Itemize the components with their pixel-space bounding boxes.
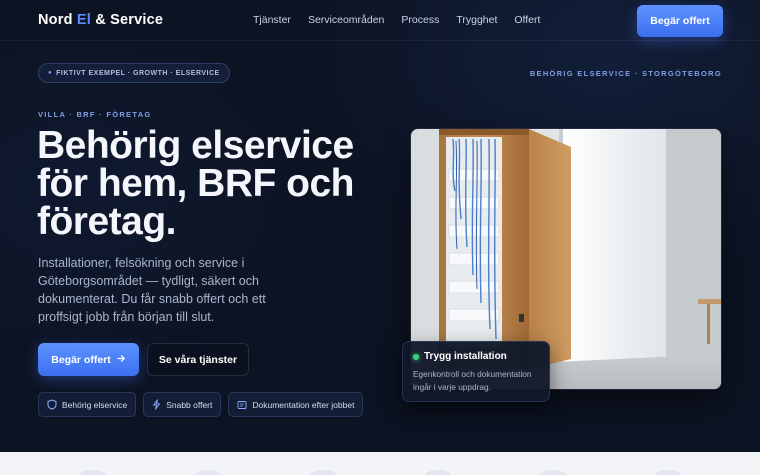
- placeholder-icon: [540, 470, 566, 475]
- top-nav: Nord El & Service Tjänster Serviceområde…: [0, 0, 760, 41]
- page: Nord El & Service Tjänster Serviceområde…: [0, 0, 760, 475]
- shield-icon: [47, 399, 57, 410]
- chip-documentation-label: Dokumentation efter jobbet: [252, 399, 355, 410]
- nav-link-serviceomraden[interactable]: Serviceområden: [308, 14, 384, 26]
- badge-dot-icon: ●: [48, 70, 53, 76]
- view-services-button[interactable]: Se våra tjänster: [147, 343, 249, 376]
- hero-headline: Behörig elservice för hem, BRF och föret…: [37, 124, 355, 243]
- status-dot-icon: [413, 353, 419, 360]
- nav-link-process[interactable]: Process: [401, 14, 439, 26]
- region-tagline: BEHÖRIG ELSERVICE · STORGÖTEBORG: [529, 69, 722, 78]
- nav-link-offert[interactable]: Offert: [514, 14, 540, 26]
- trust-card: Trygg installation Egenkontroll och doku…: [402, 341, 550, 402]
- feature-chips: Behörig elservice Snabb offert Dokumenta…: [38, 392, 364, 417]
- request-quote-label: Begär offert: [51, 353, 111, 366]
- chip-documentation: Dokumentation efter jobbet: [228, 392, 364, 417]
- next-section-peek: [0, 452, 760, 475]
- example-badge-label: FIKTIVT EXEMPEL · GROWTH · ELSERVICE: [56, 69, 220, 77]
- chip-quick-quote: Snabb offert: [143, 392, 222, 417]
- chip-authorized: Behörig elservice: [38, 392, 137, 417]
- brand-name-accent: El: [76, 12, 91, 28]
- placeholder-icon: [655, 470, 681, 475]
- trust-card-title: Trygg installation: [413, 351, 539, 362]
- nav-link-trygghet[interactable]: Trygghet: [456, 14, 497, 26]
- brand-name-part2: & Service: [90, 12, 164, 28]
- chip-authorized-label: Behörig elservice: [62, 399, 128, 410]
- hero-lead: Installationer, felsökning och service i…: [38, 256, 266, 324]
- placeholder-icon: [195, 470, 221, 475]
- brand-logo[interactable]: Nord El & Service: [38, 12, 163, 28]
- trust-card-body: Egenkontroll och dokumentation ingår i v…: [413, 369, 532, 392]
- placeholder-icon: [425, 470, 451, 475]
- lightning-icon: [152, 399, 161, 410]
- arrow-right-icon: [117, 354, 126, 366]
- chip-quick-quote-label: Snabb offert: [166, 399, 213, 410]
- nav-link-tjanster[interactable]: Tjänster: [253, 14, 291, 26]
- brand-name-part1: Nord: [38, 12, 77, 28]
- request-quote-button[interactable]: Begär offert: [38, 343, 139, 376]
- main-menu: Tjänster Serviceområden Process Trygghet…: [253, 14, 557, 26]
- placeholder-icon: [80, 470, 106, 475]
- placeholder-icon: [310, 470, 336, 475]
- hero-eyebrow: VILLA · BRF · FÖRETAG: [38, 110, 152, 119]
- example-badge: ● FIKTIVT EXEMPEL · GROWTH · ELSERVICE: [38, 63, 230, 83]
- request-quote-button-nav[interactable]: Begär offert: [637, 5, 723, 37]
- trust-card-title-text: Trygg installation: [424, 351, 507, 362]
- document-icon: [237, 400, 247, 410]
